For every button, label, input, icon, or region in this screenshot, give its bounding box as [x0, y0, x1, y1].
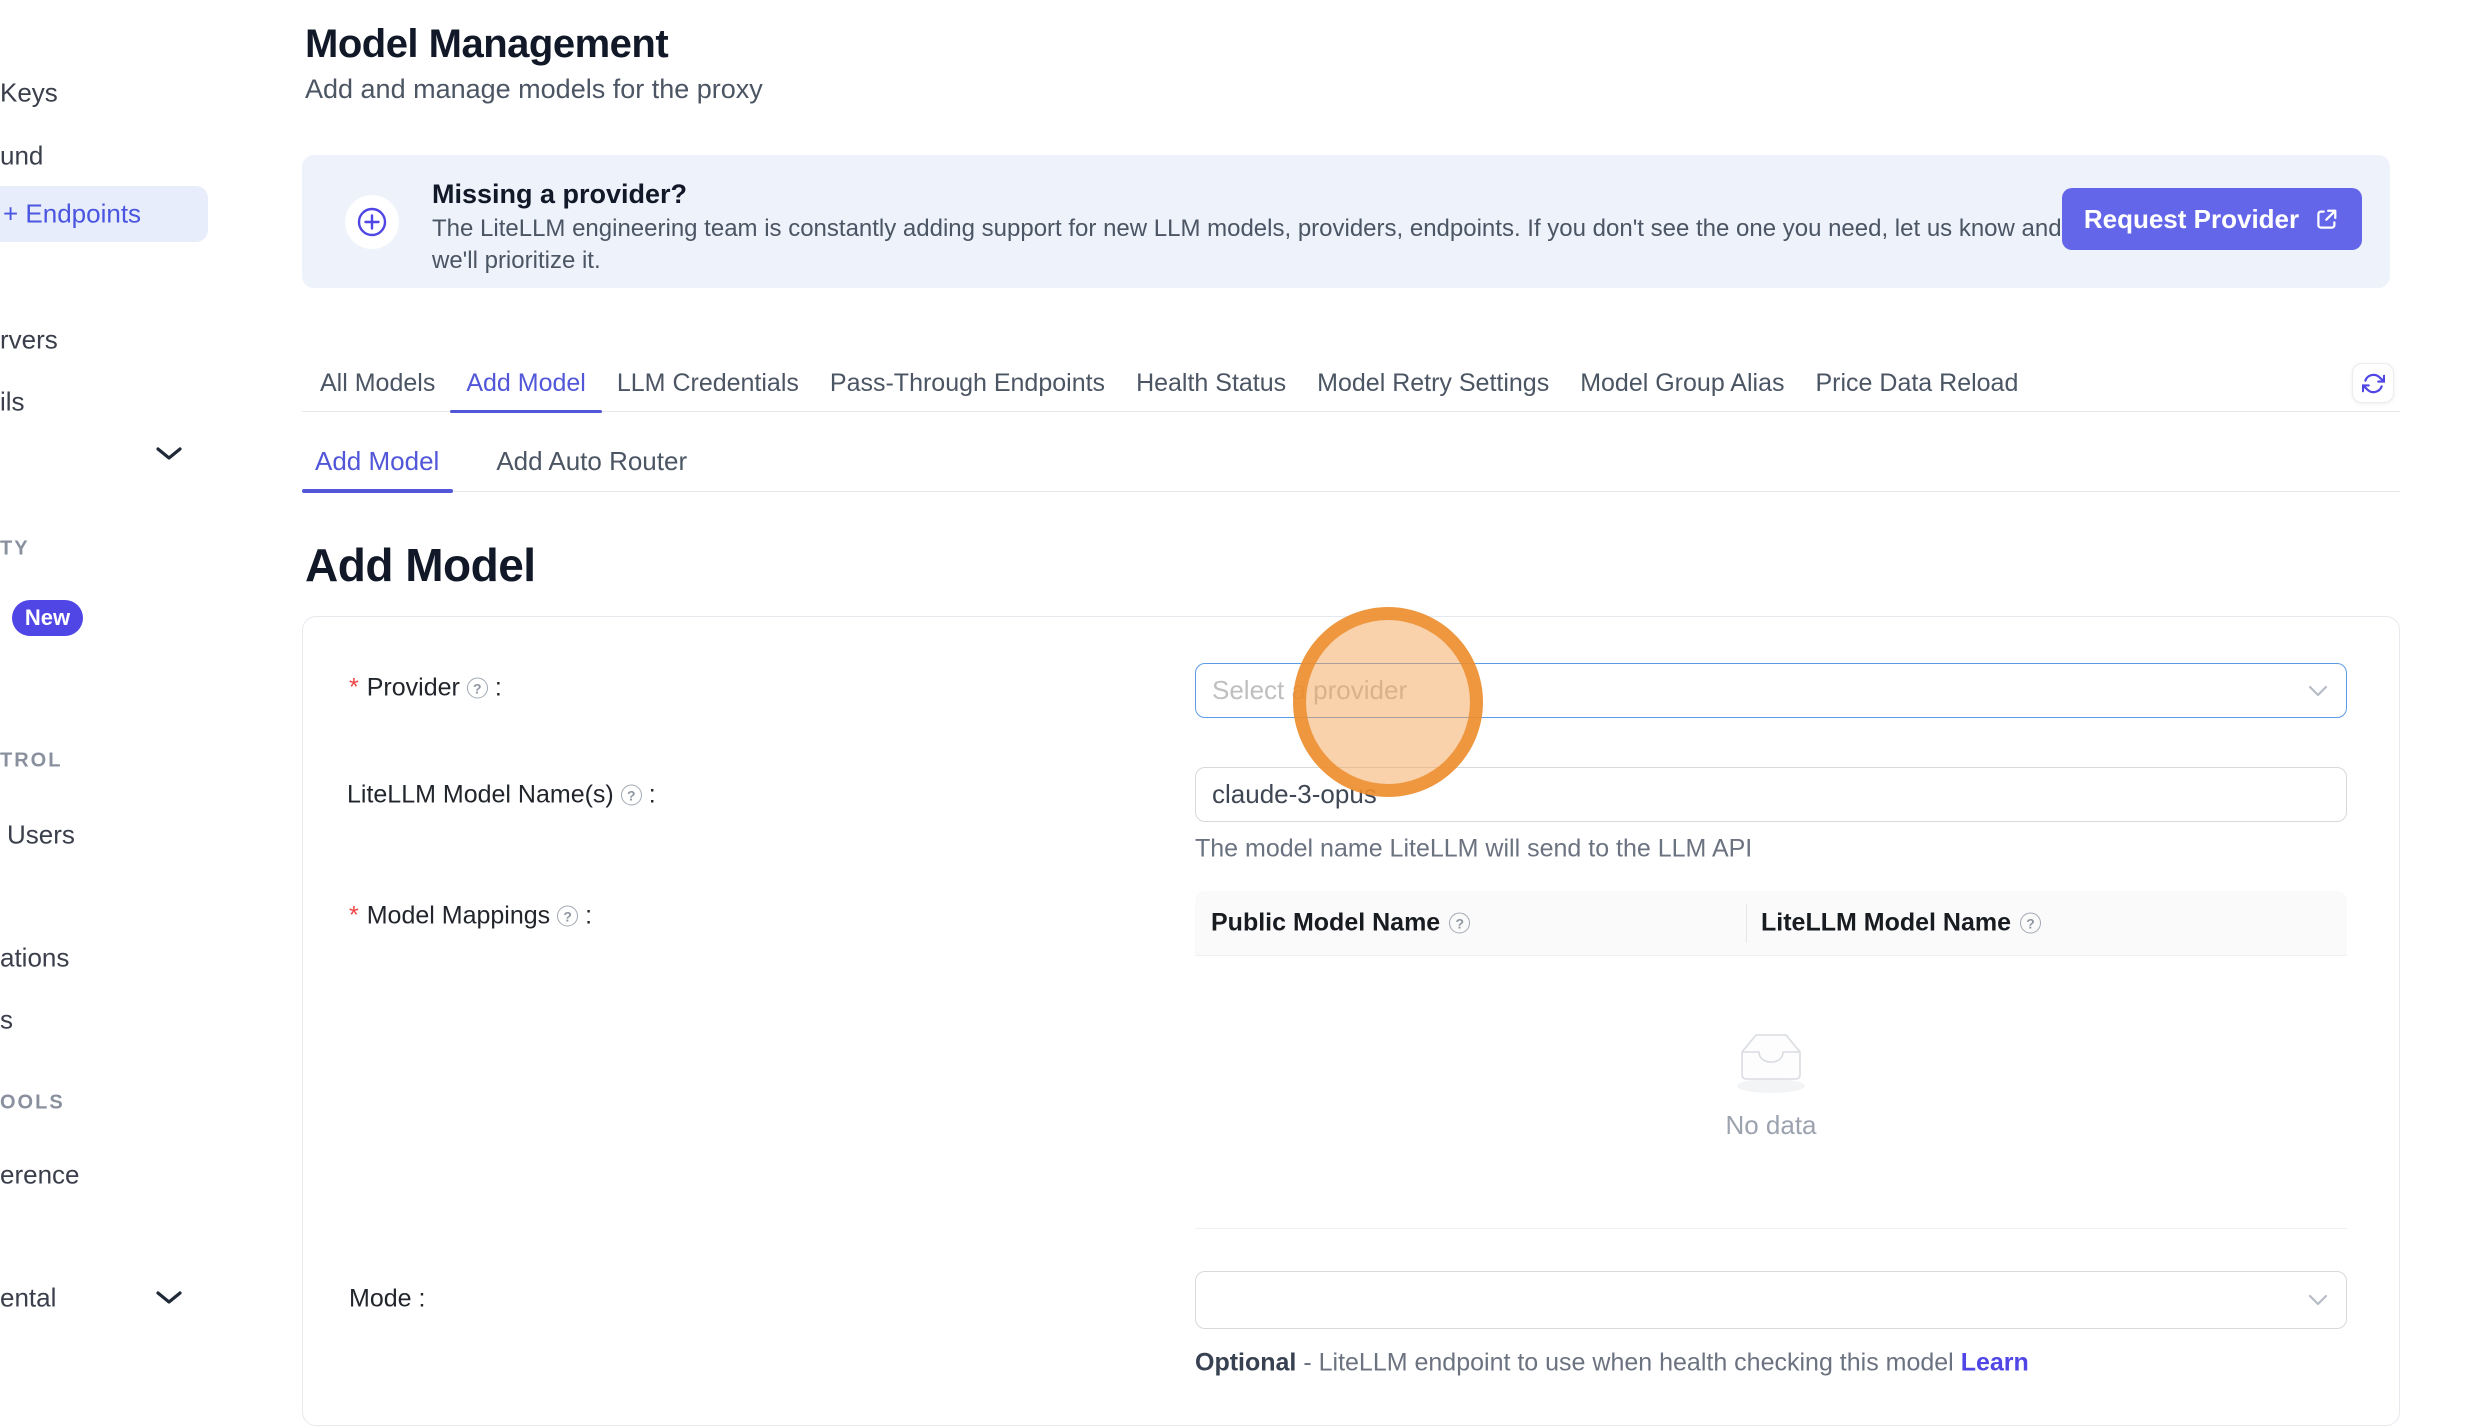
- tab-health-status[interactable]: Health Status: [1136, 355, 1286, 411]
- empty-box-icon: [1721, 1022, 1821, 1096]
- plus-circle-icon: [345, 195, 399, 249]
- required-asterisk: *: [349, 902, 359, 931]
- sidebar-section-label: TROL: [0, 750, 62, 773]
- sidebar-item-teams[interactable]: s: [0, 1005, 13, 1036]
- refresh-icon: [2362, 372, 2385, 395]
- chevron-down-icon: [2308, 1294, 2328, 1306]
- chevron-down-icon[interactable]: [155, 446, 183, 462]
- request-provider-label: Request Provider: [2084, 204, 2299, 235]
- tab-pass-through-endpoints[interactable]: Pass-Through Endpoints: [830, 355, 1105, 411]
- required-asterisk: *: [349, 674, 359, 703]
- missing-provider-banner: Missing a provider? The LiteLLM engineer…: [302, 155, 2390, 288]
- model-mappings-table: Public Model Name ? LiteLLM Model Name ?…: [1195, 891, 2347, 1229]
- provider-label: * Provider ? :: [349, 674, 502, 703]
- sidebar-item-keys[interactable]: Keys: [0, 78, 58, 109]
- banner-body-line1: The LiteLLM engineering team is constant…: [432, 215, 2062, 243]
- sidebar-item-servers[interactable]: rvers: [0, 325, 58, 356]
- mode-select[interactable]: [1195, 1271, 2347, 1329]
- tab-add-model[interactable]: Add Model: [466, 355, 586, 411]
- subtab-bar: Add Model Add Auto Router: [302, 432, 2400, 492]
- banner-body-line2: we'll prioritize it.: [432, 247, 601, 275]
- model-mappings-label: * Model Mappings ? :: [349, 902, 592, 931]
- request-provider-button[interactable]: Request Provider: [2062, 188, 2362, 250]
- column-header-litellm-model-name: LiteLLM Model Name ?: [1761, 909, 2041, 938]
- model-name-input[interactable]: [1195, 767, 2347, 822]
- no-data-text: No data: [1725, 1110, 1816, 1141]
- mode-helper: Optional - LiteLLM endpoint to use when …: [1195, 1349, 2029, 1378]
- sidebar: Keys und + Endpoints rvers ils TY New TR…: [0, 0, 302, 1385]
- model-name-helper: The model name LiteLLM will send to the …: [1195, 835, 1752, 864]
- model-name-label: LiteLLM Model Name(s) ? :: [347, 781, 656, 810]
- sidebar-item-inference[interactable]: erence: [0, 1160, 80, 1191]
- tab-model-retry-settings[interactable]: Model Retry Settings: [1317, 355, 1549, 411]
- help-icon[interactable]: ?: [2020, 913, 2041, 934]
- banner-title: Missing a provider?: [432, 179, 687, 210]
- table-header: Public Model Name ? LiteLLM Model Name ?: [1195, 891, 2347, 956]
- help-icon[interactable]: ?: [557, 906, 578, 927]
- learn-link[interactable]: Learn: [1961, 1349, 2029, 1377]
- sidebar-item-playground[interactable]: und: [0, 141, 43, 172]
- sidebar-item-endpoints-label: + Endpoints: [3, 199, 141, 230]
- sidebar-item-endpoints[interactable]: + Endpoints: [0, 186, 208, 242]
- refresh-button[interactable]: [2352, 363, 2394, 403]
- table-body: No data: [1195, 956, 2347, 1229]
- subtab-add-model[interactable]: Add Model: [315, 432, 439, 491]
- help-icon[interactable]: ?: [621, 785, 642, 806]
- help-icon[interactable]: ?: [1449, 913, 1470, 934]
- sidebar-item-experimental[interactable]: ental: [0, 1283, 56, 1314]
- sidebar-section-label: OOLS: [0, 1092, 65, 1115]
- page-title: Model Management: [305, 22, 668, 67]
- tab-bar: All Models Add Model LLM Credentials Pas…: [302, 355, 2400, 412]
- sidebar-item-organizations[interactable]: ations: [0, 943, 69, 974]
- subtab-add-auto-router[interactable]: Add Auto Router: [496, 432, 687, 491]
- add-model-card: * Provider ? : LiteLLM Model Name(s) ? :…: [302, 616, 2400, 1426]
- new-badge: New: [12, 600, 83, 636]
- provider-select[interactable]: [1195, 663, 2347, 718]
- external-link-icon: [2313, 206, 2340, 233]
- tab-price-data-reload[interactable]: Price Data Reload: [1815, 355, 2018, 411]
- empty-state: No data: [1195, 1022, 2347, 1141]
- column-header-public-model-name: Public Model Name ?: [1211, 909, 1470, 938]
- tab-all-models[interactable]: All Models: [320, 355, 435, 411]
- column-divider: [1746, 904, 1747, 943]
- mode-label: Mode :: [349, 1285, 426, 1314]
- add-model-heading: Add Model: [305, 538, 536, 592]
- tab-llm-credentials[interactable]: LLM Credentials: [617, 355, 799, 411]
- chevron-down-icon: [2308, 685, 2328, 697]
- sidebar-section-label: TY: [0, 538, 30, 561]
- help-icon[interactable]: ?: [467, 678, 488, 699]
- chevron-down-icon[interactable]: [155, 1290, 183, 1306]
- sidebar-item-logs[interactable]: ils: [0, 387, 25, 418]
- provider-select-input[interactable]: [1196, 664, 2346, 717]
- page-subtitle: Add and manage models for the proxy: [305, 74, 763, 105]
- sidebar-item-users[interactable]: Users: [7, 820, 75, 851]
- tab-model-group-alias[interactable]: Model Group Alias: [1580, 355, 1784, 411]
